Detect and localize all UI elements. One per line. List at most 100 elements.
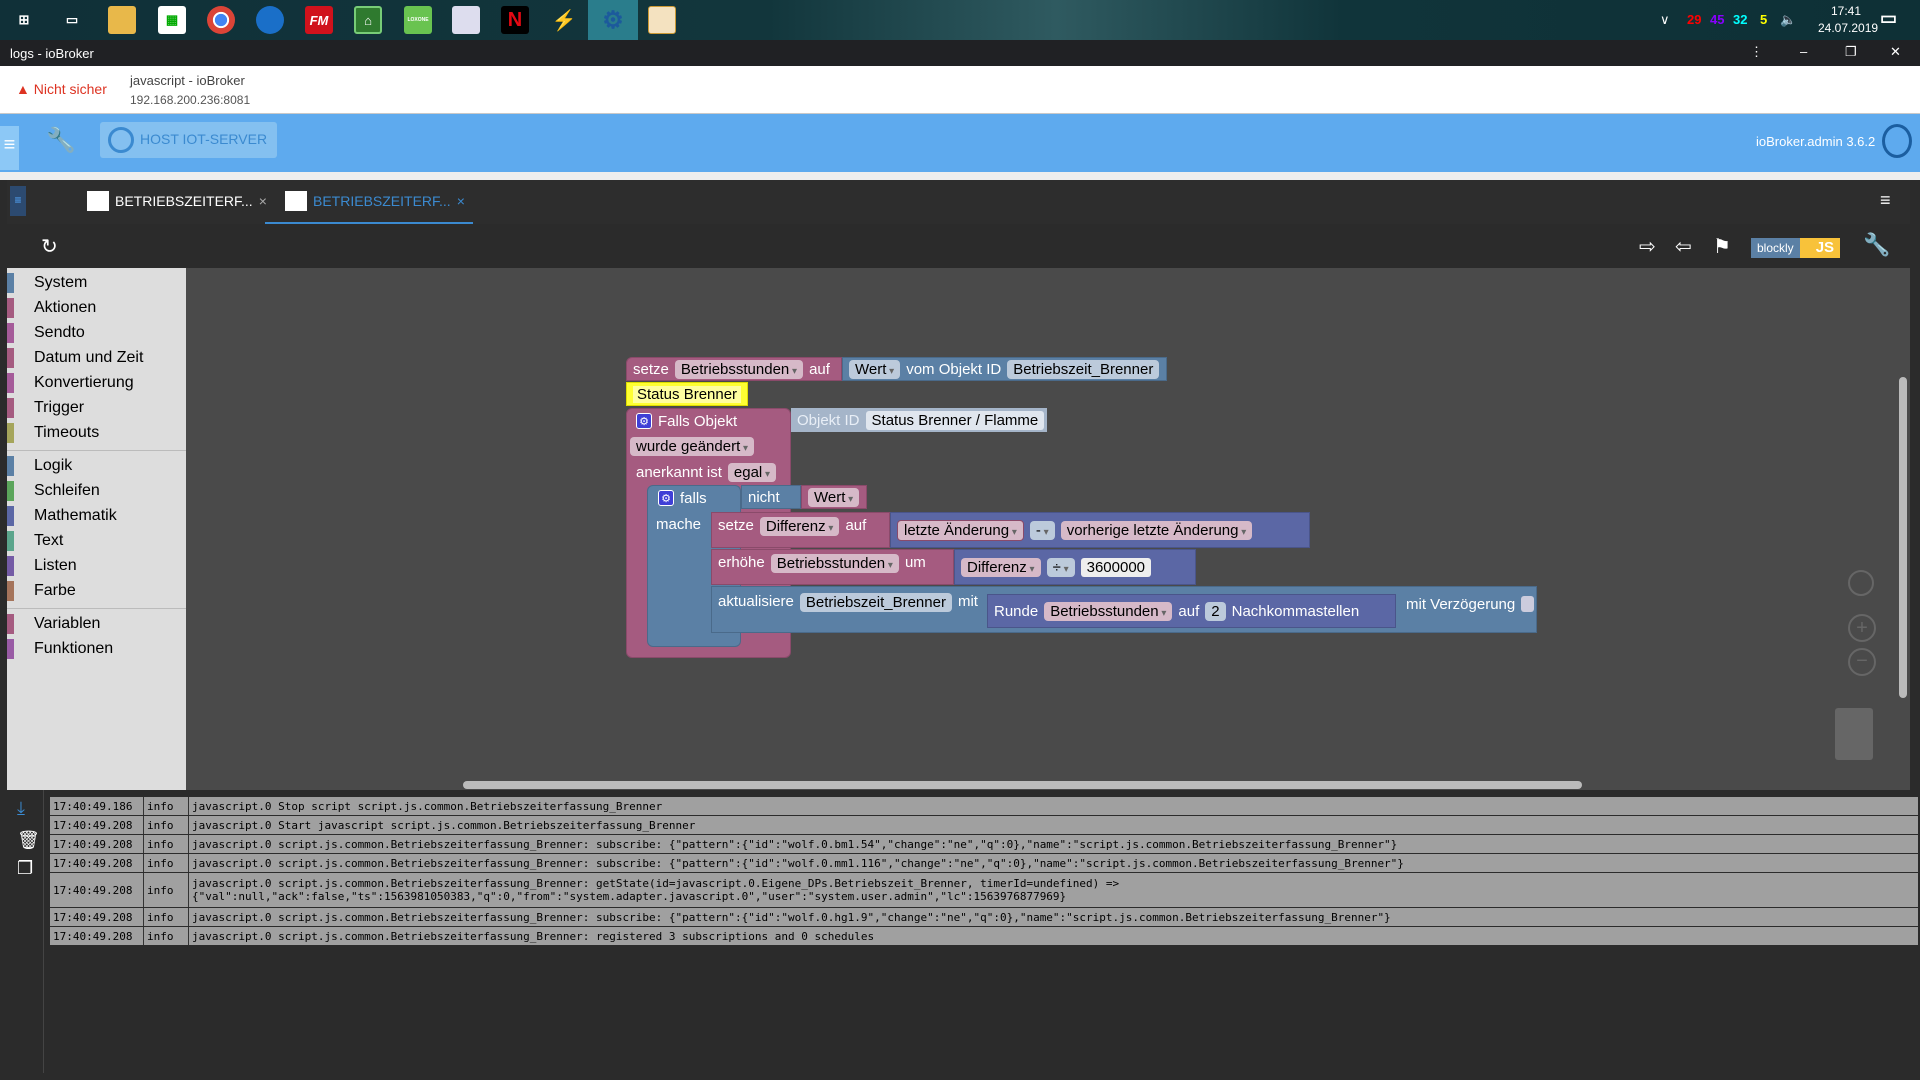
window-titlebar: logs - ioBroker ⋮ – ❐ ✕ (0, 40, 1920, 66)
object-id-field[interactable]: Betriebszeit_Brenner (799, 593, 952, 612)
clock[interactable]: 17:41 24.07.2019 (1818, 3, 1878, 37)
toolbox-category-datum-und-zeit[interactable]: Datum und Zeit (7, 346, 186, 370)
variable-dropdown[interactable]: Differenz (759, 517, 840, 536)
gear-icon[interactable]: ⚙ (658, 490, 674, 506)
variable-dropdown[interactable]: Betriebsstunden (770, 554, 899, 573)
toolbox-category-schleifen[interactable]: Schleifen (7, 479, 186, 503)
menu-kebab-icon[interactable]: ⋮ (1750, 44, 1763, 60)
toolbox-category-funktionen[interactable]: Funktionen (7, 637, 186, 661)
loxone-icon[interactable]: LOXONE (404, 6, 432, 34)
scripts-list-toggle[interactable]: ≡ (10, 186, 26, 216)
libreoffice-draw-icon[interactable] (648, 6, 676, 34)
minimize-icon[interactable]: – (1800, 44, 1807, 59)
not-block[interactable]: nicht (741, 485, 801, 509)
task-view-icon[interactable]: ▭ (58, 6, 86, 34)
zoom-in-icon[interactable]: + (1848, 614, 1876, 642)
set-variable-block[interactable]: setzeBetriebsstundenauf (626, 357, 842, 381)
toolbox-category-sendto[interactable]: Sendto (7, 321, 186, 345)
thunderbird-icon[interactable] (256, 6, 284, 34)
toolbox-category-mathematik[interactable]: Mathematik (7, 504, 186, 528)
restore-icon[interactable]: ❐ (1845, 44, 1857, 60)
delay-checkbox[interactable] (1521, 596, 1535, 612)
subtract-block[interactable]: letzte Änderung-vorherige letzte Änderun… (890, 512, 1310, 548)
wrench-icon[interactable]: 🔧 (46, 126, 76, 155)
recenter-icon[interactable] (1848, 570, 1874, 596)
toolbox-category-system[interactable]: System (7, 271, 186, 295)
horizontal-scrollbar[interactable] (463, 781, 1582, 789)
toolbox-category-aktionen[interactable]: Aktionen (7, 296, 186, 320)
wrench-icon[interactable]: 🔧 (1863, 232, 1890, 258)
blockly-js-toggle[interactable]: blockly JS (1751, 238, 1841, 258)
attribute-dropdown[interactable]: Wert (849, 359, 901, 379)
file-explorer-icon[interactable] (108, 6, 136, 34)
object-id-block[interactable]: Objekt ID Status Brenner / Flamme (791, 408, 1047, 432)
log-msg: javascript.0 script.js.common.Betriebsze… (192, 856, 1404, 870)
netflix-icon[interactable]: N (501, 6, 529, 34)
gear-icon[interactable]: ⚙ (636, 413, 652, 429)
variable-dropdown[interactable]: Betriebsstunden (674, 359, 804, 379)
trash-icon[interactable] (1835, 708, 1873, 760)
operand-dropdown[interactable]: vorherige letzte Änderung (1060, 520, 1253, 540)
checkered-flag-icon[interactable]: ⚑ (1713, 234, 1731, 259)
export-icon[interactable]: ⇨ (1639, 234, 1656, 259)
tab-script-2[interactable]: BETRIEBSZEITERF... × (265, 180, 473, 224)
ms-store-icon[interactable]: ▦ (158, 6, 186, 34)
menu-icon[interactable]: ≡ (0, 126, 19, 170)
iobroker-taskbar-button[interactable]: ⚙ (588, 0, 638, 40)
iobroker-logo-icon[interactable] (1882, 124, 1912, 158)
import-icon[interactable]: ⇦ (1675, 234, 1692, 259)
toolbox-category-timeouts[interactable]: Timeouts (7, 421, 186, 445)
operator-dropdown[interactable]: - (1029, 520, 1055, 540)
js-mode[interactable]: JS (1799, 238, 1841, 258)
number-field[interactable]: 3600000 (1080, 557, 1152, 577)
notification-icon[interactable]: ▭ (1880, 8, 1897, 29)
toolbox-category-variablen[interactable]: Variablen (7, 612, 186, 636)
page-title: javascript - ioBroker (130, 73, 245, 88)
winamp-icon[interactable]: ⚡ (550, 6, 578, 34)
fm-icon[interactable]: FM (305, 6, 333, 34)
attribute-dropdown[interactable]: Wert (808, 487, 860, 507)
house-app-icon[interactable]: ⌂ (354, 6, 382, 34)
object-id-field[interactable]: Betriebszeit_Brenner (1007, 359, 1160, 379)
toolbox-category-listen[interactable]: Listen (7, 554, 186, 578)
trash-icon[interactable]: 🗑 (17, 830, 40, 851)
toolbox-category-text[interactable]: Text (7, 529, 186, 553)
security-warning[interactable]: ▲ Nicht sicher (16, 81, 107, 97)
toolbox-category-konvertierung[interactable]: Konvertierung (7, 371, 186, 395)
tray-chevron-icon[interactable]: ∨ (1660, 12, 1670, 28)
variable-dropdown[interactable]: Betriebsstunden (1044, 601, 1173, 621)
round-block[interactable]: RundeBetriebsstundenauf2Nachkommastellen (987, 594, 1396, 628)
trigger-value-block[interactable]: Wert (801, 485, 867, 509)
toolbox-category-logik[interactable]: Logik (7, 454, 186, 478)
set-difference-block[interactable]: setzeDifferenzauf (711, 512, 890, 548)
close-icon[interactable]: ✕ (1890, 44, 1901, 60)
object-id-field[interactable]: Status Brenner / Flamme (865, 410, 1045, 430)
refresh-icon[interactable]: ↻ (41, 234, 58, 259)
ack-dropdown[interactable]: egal (727, 462, 777, 482)
vertical-scrollbar[interactable] (1899, 377, 1907, 698)
change-dropdown[interactable]: wurde geändert (630, 436, 755, 456)
volume-icon[interactable]: 🔈 (1780, 12, 1796, 28)
increment-block[interactable]: erhöheBetriebsstundenum (711, 549, 954, 585)
get-value-block[interactable]: Wertvom Objekt IDBetriebszeit_Brenner (842, 357, 1167, 381)
operand-dropdown[interactable]: letzte Änderung (897, 519, 1024, 541)
document-app-icon[interactable] (452, 6, 480, 34)
operand-dropdown[interactable]: Differenz (961, 557, 1041, 577)
url[interactable]: 192.168.200.236:8081 (130, 93, 250, 107)
scroll-to-bottom-icon[interactable]: ⤓ (17, 798, 25, 819)
decimals-field[interactable]: 2 (1205, 601, 1226, 621)
zoom-out-icon[interactable]: − (1848, 648, 1876, 676)
chrome-icon[interactable] (207, 6, 235, 34)
operator-dropdown[interactable]: ÷ (1046, 557, 1075, 577)
host-button[interactable]: HOST IOT-SERVER (100, 122, 277, 158)
tab-close-icon[interactable]: × (457, 193, 465, 209)
toolbox-category-farbe[interactable]: Farbe (7, 579, 186, 603)
menu-icon[interactable]: ≡ (1880, 190, 1891, 211)
windows-start-icon[interactable]: ⊞ (10, 6, 38, 34)
divide-block[interactable]: Differenz÷3600000 (954, 549, 1196, 585)
tab-script-1[interactable]: BETRIEBSZEITERF... × (87, 191, 267, 211)
toolbox-category-trigger[interactable]: Trigger (7, 396, 186, 420)
blockly-mode[interactable]: blockly (1751, 238, 1800, 258)
copy-icon[interactable]: ❐ (17, 858, 33, 879)
comment-bubble[interactable]: Status Brenner (626, 382, 749, 406)
